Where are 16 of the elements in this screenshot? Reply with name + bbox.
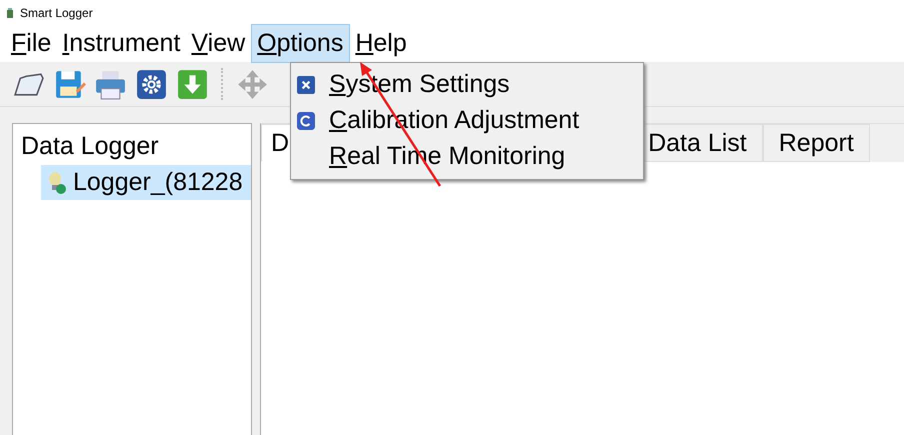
download-icon[interactable]: [176, 68, 209, 100]
bulb-icon: [47, 170, 67, 194]
tree-item[interactable]: Logger_(81228: [41, 165, 251, 200]
calibration-icon: [297, 112, 315, 130]
settings-icon: [297, 76, 315, 94]
menu-item[interactable]: Options: [251, 24, 350, 63]
window-title: Smart Logger: [20, 6, 93, 20]
menu-item[interactable]: File: [6, 25, 58, 62]
menu-item[interactable]: Help: [350, 25, 413, 62]
gear-icon[interactable]: [135, 68, 168, 100]
menu-item[interactable]: Instrument: [57, 25, 186, 62]
menu-item[interactable]: View: [186, 25, 252, 62]
move-icon[interactable]: [236, 68, 269, 100]
tab[interactable]: Report: [762, 124, 870, 162]
tree-root[interactable]: Data Logger: [13, 124, 251, 165]
app-icon: [6, 8, 14, 18]
